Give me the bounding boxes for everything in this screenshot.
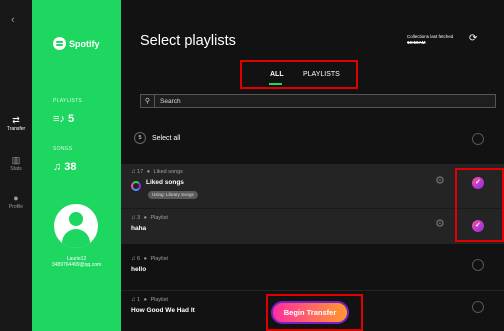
main-panel: Select playlists Collections last fetche… <box>121 0 504 331</box>
playlist-name: hello <box>131 266 147 273</box>
nav-item-stats[interactable]: ▥ Stats <box>0 155 32 172</box>
gear-icon[interactable]: ⚙ <box>435 174 445 187</box>
playlist-kind: Playlist <box>150 256 168 262</box>
spotify-logo-icon <box>53 37 66 50</box>
loading-spinner-icon <box>131 181 141 191</box>
soundwave-logo-icon <box>5 305 25 317</box>
list-item[interactable]: ♫ 3 ● Playlist haha ⚙ <box>121 208 504 244</box>
music-note-icon: ♫ <box>131 256 136 262</box>
playlist-name: Liked songs <box>146 179 184 186</box>
chevron-left-icon[interactable]: ‹ <box>11 14 15 26</box>
search-icon: ⚲ <box>141 95 155 107</box>
select-all-count: 5 <box>134 132 146 144</box>
list-item[interactable]: ♫ 17 ● Liked songs Liked songs Using: Li… <box>121 164 504 208</box>
page-title: Select playlists <box>140 33 236 49</box>
songs-label: SONGS <box>53 146 73 152</box>
active-tab-indicator <box>269 83 282 85</box>
stats-icon: ▥ <box>11 155 21 165</box>
playlist-meta: ♫ 6 ● Playlist <box>131 256 168 262</box>
playlist-select-radio[interactable] <box>472 301 484 313</box>
profile-icon: ● <box>13 193 19 203</box>
gear-icon[interactable]: ⚙ <box>435 217 445 230</box>
avatar-body <box>62 229 90 248</box>
select-all-label: Select all <box>152 134 181 142</box>
playlist-track-count: 1 <box>137 297 141 303</box>
playlist-meta: ♫ 17 ● Liked songs <box>131 169 183 175</box>
music-note-icon: ♫ <box>131 297 136 303</box>
playlist-select-radio[interactable] <box>472 259 484 271</box>
playlist-meta: ♫ 3 ● Playlist <box>131 215 168 221</box>
playlist-kind: Playlist <box>150 297 168 303</box>
tab-playlists[interactable]: PLAYLISTS <box>303 71 340 78</box>
user-info: Laurie12 3489764499@qq.com <box>32 256 121 268</box>
select-all[interactable]: 5 Select all <box>134 132 180 144</box>
sidebar: Spotify PLAYLISTS ≡♪ 5 SONGS ♫ 38 Laurie… <box>32 0 121 331</box>
playlist-track-count: 17 <box>137 169 144 175</box>
fetched-value: 10:59AM <box>407 40 426 45</box>
playlists-count: ≡♪ 5 <box>53 113 75 125</box>
music-note-icon: ♫ <box>131 169 136 175</box>
selection-highlight <box>455 168 504 242</box>
nav-rail: ‹ ⇄ Transfer ▥ Stats ● Profile <box>0 0 32 331</box>
dot-separator: ● <box>143 256 147 262</box>
transfer-icon: ⇄ <box>12 115 20 125</box>
nav-item-profile[interactable]: ● Profile <box>0 193 32 210</box>
brand-name: Spotify <box>69 38 100 49</box>
songs-count: ♫ 38 <box>53 161 77 173</box>
tab-all[interactable]: ALL <box>270 71 284 78</box>
nav-item-profile-label: Profile <box>8 204 24 210</box>
user-email: 3489764499@qq.com <box>51 262 102 268</box>
playlists-label: PLAYLISTS <box>53 98 83 104</box>
nav-item-transfer-label: Transfer <box>6 126 26 132</box>
brand: Spotify <box>53 37 100 50</box>
music-note-icon: ♫ <box>131 215 136 221</box>
playlist-name: haha <box>131 225 147 232</box>
select-all-radio[interactable] <box>472 133 484 145</box>
playlist-track-count: 3 <box>137 215 141 221</box>
avatar[interactable] <box>54 204 98 248</box>
playlist-kind: Playlist <box>150 215 168 221</box>
begin-transfer-button[interactable]: Begin Transfer <box>271 301 349 324</box>
dot-separator: ● <box>143 215 147 221</box>
list-item[interactable]: ♫ 6 ● Playlist hello <box>121 248 504 288</box>
playlist-track-count: 6 <box>137 256 141 262</box>
avatar-head <box>69 212 83 226</box>
refresh-icon[interactable]: ⟳ <box>469 33 477 44</box>
playlist-meta: ♫ 1 ● Playlist <box>131 297 168 303</box>
dot-separator: ● <box>143 297 147 303</box>
search-input[interactable]: Search <box>155 98 181 105</box>
playlist-name: How Good We Had It <box>131 307 195 314</box>
nav-item-transfer[interactable]: ⇄ Transfer <box>0 115 32 132</box>
playlist-kind: Liked songs <box>153 169 183 175</box>
fetched-info: Collections last fetched 10:59AM <box>407 34 453 46</box>
search-bar[interactable]: ⚲ Search <box>140 94 496 108</box>
status-badge: Using: Library Songs <box>148 191 198 199</box>
dot-separator: ● <box>146 169 151 175</box>
tab-bar: ALL PLAYLISTS <box>240 60 358 89</box>
nav-item-stats-label: Stats <box>10 166 22 172</box>
